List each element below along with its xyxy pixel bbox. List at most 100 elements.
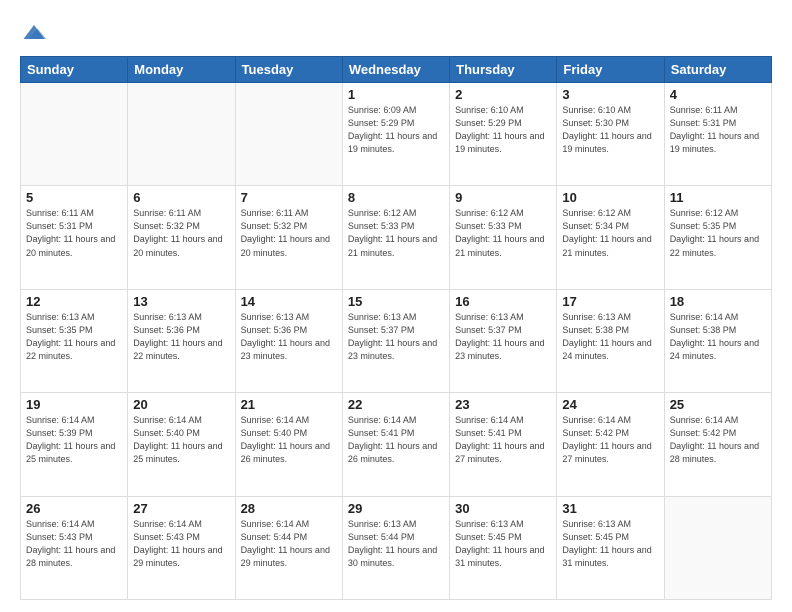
- day-number: 26: [26, 501, 122, 516]
- calendar-cell: 13 Sunrise: 6:13 AMSunset: 5:36 PMDayligh…: [128, 289, 235, 392]
- day-info: Sunrise: 6:12 AMSunset: 5:33 PMDaylight:…: [455, 207, 551, 259]
- day-info: Sunrise: 6:14 AMSunset: 5:40 PMDaylight:…: [133, 414, 229, 466]
- day-info: Sunrise: 6:11 AMSunset: 5:32 PMDaylight:…: [133, 207, 229, 259]
- calendar-cell: 17 Sunrise: 6:13 AMSunset: 5:38 PMDayligh…: [557, 289, 664, 392]
- day-number: 11: [670, 190, 766, 205]
- logo: [20, 18, 52, 46]
- day-info: Sunrise: 6:13 AMSunset: 5:35 PMDaylight:…: [26, 311, 122, 363]
- day-info: Sunrise: 6:13 AMSunset: 5:38 PMDaylight:…: [562, 311, 658, 363]
- calendar-cell: 9 Sunrise: 6:12 AMSunset: 5:33 PMDaylight…: [450, 186, 557, 289]
- day-number: 9: [455, 190, 551, 205]
- day-number: 30: [455, 501, 551, 516]
- day-info: Sunrise: 6:12 AMSunset: 5:33 PMDaylight:…: [348, 207, 444, 259]
- weekday-header-saturday: Saturday: [664, 57, 771, 83]
- page: SundayMondayTuesdayWednesdayThursdayFrid…: [0, 0, 792, 612]
- day-info: Sunrise: 6:13 AMSunset: 5:37 PMDaylight:…: [455, 311, 551, 363]
- day-number: 14: [241, 294, 337, 309]
- calendar-week-5: 26 Sunrise: 6:14 AMSunset: 5:43 PMDayligh…: [21, 496, 772, 599]
- calendar-cell: 18 Sunrise: 6:14 AMSunset: 5:38 PMDayligh…: [664, 289, 771, 392]
- day-info: Sunrise: 6:11 AMSunset: 5:31 PMDaylight:…: [670, 104, 766, 156]
- calendar-week-4: 19 Sunrise: 6:14 AMSunset: 5:39 PMDayligh…: [21, 393, 772, 496]
- day-number: 21: [241, 397, 337, 412]
- day-info: Sunrise: 6:14 AMSunset: 5:43 PMDaylight:…: [133, 518, 229, 570]
- day-number: 10: [562, 190, 658, 205]
- day-number: 5: [26, 190, 122, 205]
- day-info: Sunrise: 6:14 AMSunset: 5:43 PMDaylight:…: [26, 518, 122, 570]
- calendar-week-3: 12Sunrise: 6:13 AMSunset: 5:35 PMDayligh…: [21, 289, 772, 392]
- header: [20, 18, 772, 46]
- calendar-cell: 12Sunrise: 6:13 AMSunset: 5:35 PMDayligh…: [21, 289, 128, 392]
- calendar-cell: 14 Sunrise: 6:13 AMSunset: 5:36 PMDayligh…: [235, 289, 342, 392]
- logo-icon: [20, 18, 48, 46]
- calendar-cell: 15Sunrise: 6:13 AMSunset: 5:37 PMDayligh…: [342, 289, 449, 392]
- calendar-cell: 7 Sunrise: 6:11 AMSunset: 5:32 PMDaylight…: [235, 186, 342, 289]
- weekday-header-sunday: Sunday: [21, 57, 128, 83]
- day-info: Sunrise: 6:09 AMSunset: 5:29 PMDaylight:…: [348, 104, 444, 156]
- day-info: Sunrise: 6:12 AMSunset: 5:34 PMDaylight:…: [562, 207, 658, 259]
- day-info: Sunrise: 6:14 AMSunset: 5:42 PMDaylight:…: [562, 414, 658, 466]
- calendar-cell: 8Sunrise: 6:12 AMSunset: 5:33 PMDaylight…: [342, 186, 449, 289]
- calendar-cell: 2 Sunrise: 6:10 AMSunset: 5:29 PMDaylight…: [450, 83, 557, 186]
- day-info: Sunrise: 6:13 AMSunset: 5:45 PMDaylight:…: [455, 518, 551, 570]
- day-number: 23: [455, 397, 551, 412]
- day-number: 7: [241, 190, 337, 205]
- calendar-cell: 30 Sunrise: 6:13 AMSunset: 5:45 PMDayligh…: [450, 496, 557, 599]
- day-info: Sunrise: 6:14 AMSunset: 5:41 PMDaylight:…: [348, 414, 444, 466]
- day-info: Sunrise: 6:14 AMSunset: 5:40 PMDaylight:…: [241, 414, 337, 466]
- day-info: Sunrise: 6:13 AMSunset: 5:36 PMDaylight:…: [133, 311, 229, 363]
- day-number: 22: [348, 397, 444, 412]
- day-number: 2: [455, 87, 551, 102]
- calendar-cell: 19 Sunrise: 6:14 AMSunset: 5:39 PMDayligh…: [21, 393, 128, 496]
- calendar-cell: 16 Sunrise: 6:13 AMSunset: 5:37 PMDayligh…: [450, 289, 557, 392]
- day-number: 19: [26, 397, 122, 412]
- day-number: 13: [133, 294, 229, 309]
- weekday-header-row: SundayMondayTuesdayWednesdayThursdayFrid…: [21, 57, 772, 83]
- day-info: Sunrise: 6:14 AMSunset: 5:39 PMDaylight:…: [26, 414, 122, 466]
- day-number: 18: [670, 294, 766, 309]
- calendar-cell: 5 Sunrise: 6:11 AMSunset: 5:31 PMDaylight…: [21, 186, 128, 289]
- day-info: Sunrise: 6:13 AMSunset: 5:36 PMDaylight:…: [241, 311, 337, 363]
- day-info: Sunrise: 6:13 AMSunset: 5:45 PMDaylight:…: [562, 518, 658, 570]
- day-number: 6: [133, 190, 229, 205]
- calendar-cell: 10 Sunrise: 6:12 AMSunset: 5:34 PMDayligh…: [557, 186, 664, 289]
- calendar-table: SundayMondayTuesdayWednesdayThursdayFrid…: [20, 56, 772, 600]
- calendar-cell: 22 Sunrise: 6:14 AMSunset: 5:41 PMDayligh…: [342, 393, 449, 496]
- weekday-header-thursday: Thursday: [450, 57, 557, 83]
- calendar-cell: 4Sunrise: 6:11 AMSunset: 5:31 PMDaylight…: [664, 83, 771, 186]
- calendar-cell: 26 Sunrise: 6:14 AMSunset: 5:43 PMDayligh…: [21, 496, 128, 599]
- day-number: 3: [562, 87, 658, 102]
- calendar-cell: [664, 496, 771, 599]
- calendar-cell: 20 Sunrise: 6:14 AMSunset: 5:40 PMDayligh…: [128, 393, 235, 496]
- calendar-cell: 3 Sunrise: 6:10 AMSunset: 5:30 PMDaylight…: [557, 83, 664, 186]
- weekday-header-wednesday: Wednesday: [342, 57, 449, 83]
- day-number: 27: [133, 501, 229, 516]
- day-number: 16: [455, 294, 551, 309]
- weekday-header-tuesday: Tuesday: [235, 57, 342, 83]
- calendar-week-2: 5 Sunrise: 6:11 AMSunset: 5:31 PMDaylight…: [21, 186, 772, 289]
- day-info: Sunrise: 6:13 AMSunset: 5:44 PMDaylight:…: [348, 518, 444, 570]
- calendar-cell: 23Sunrise: 6:14 AMSunset: 5:41 PMDayligh…: [450, 393, 557, 496]
- day-info: Sunrise: 6:14 AMSunset: 5:38 PMDaylight:…: [670, 311, 766, 363]
- day-info: Sunrise: 6:14 AMSunset: 5:42 PMDaylight:…: [670, 414, 766, 466]
- day-info: Sunrise: 6:10 AMSunset: 5:29 PMDaylight:…: [455, 104, 551, 156]
- calendar-cell: 6 Sunrise: 6:11 AMSunset: 5:32 PMDaylight…: [128, 186, 235, 289]
- day-number: 20: [133, 397, 229, 412]
- day-number: 29: [348, 501, 444, 516]
- calendar-cell: 24 Sunrise: 6:14 AMSunset: 5:42 PMDayligh…: [557, 393, 664, 496]
- calendar-cell: 11Sunrise: 6:12 AMSunset: 5:35 PMDayligh…: [664, 186, 771, 289]
- weekday-header-monday: Monday: [128, 57, 235, 83]
- day-number: 17: [562, 294, 658, 309]
- day-number: 15: [348, 294, 444, 309]
- calendar-cell: 31Sunrise: 6:13 AMSunset: 5:45 PMDayligh…: [557, 496, 664, 599]
- calendar-cell: 25 Sunrise: 6:14 AMSunset: 5:42 PMDayligh…: [664, 393, 771, 496]
- calendar-cell: [128, 83, 235, 186]
- calendar-cell: [21, 83, 128, 186]
- day-info: Sunrise: 6:11 AMSunset: 5:31 PMDaylight:…: [26, 207, 122, 259]
- day-info: Sunrise: 6:10 AMSunset: 5:30 PMDaylight:…: [562, 104, 658, 156]
- day-info: Sunrise: 6:11 AMSunset: 5:32 PMDaylight:…: [241, 207, 337, 259]
- day-number: 28: [241, 501, 337, 516]
- day-info: Sunrise: 6:14 AMSunset: 5:44 PMDaylight:…: [241, 518, 337, 570]
- weekday-header-friday: Friday: [557, 57, 664, 83]
- day-number: 25: [670, 397, 766, 412]
- day-number: 24: [562, 397, 658, 412]
